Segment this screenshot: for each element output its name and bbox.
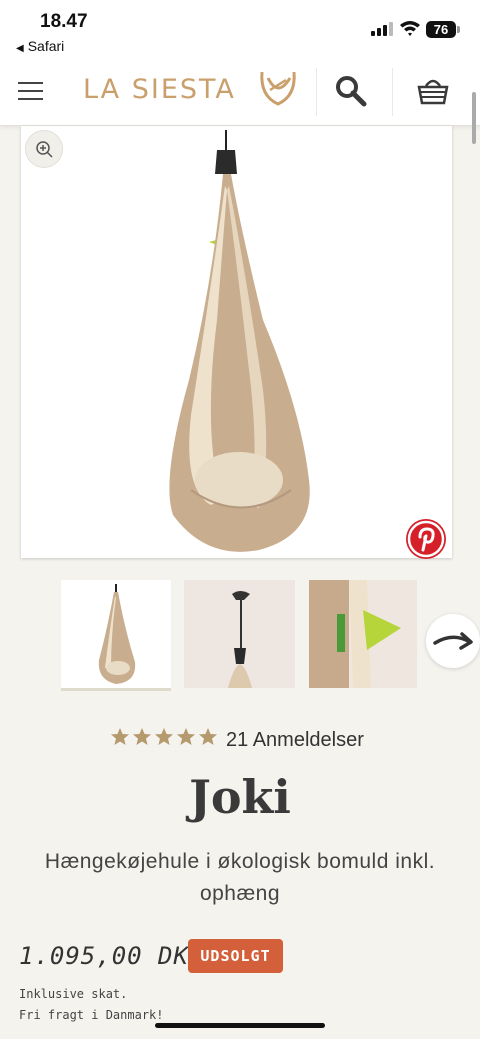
rating-stars[interactable] — [110, 727, 218, 749]
wifi-icon — [400, 21, 420, 36]
star-icon — [177, 728, 195, 745]
shipping-note: Fri fragt i Danmark! — [19, 1008, 164, 1022]
back-app-label: Safari — [27, 38, 65, 54]
site-header: LA SIESTA — [0, 60, 480, 126]
menu-icon[interactable] — [18, 80, 43, 102]
page-scrollbar[interactable] — [472, 92, 476, 144]
product-price: 1.095,00 DKK — [19, 942, 205, 970]
header-divider — [316, 68, 317, 116]
pinterest-icon — [407, 520, 445, 558]
star-icon — [155, 728, 173, 745]
brand-logo-icon — [260, 71, 296, 106]
zoom-button[interactable] — [25, 130, 63, 168]
pinterest-button[interactable] — [406, 519, 446, 559]
product-thumbnail-2[interactable] — [184, 580, 295, 688]
product-subtitle: Hængekøjehule i økologisk bomuld inkl. o… — [44, 850, 436, 905]
header-divider — [392, 68, 393, 116]
product-main-image[interactable] — [21, 126, 452, 559]
star-icon — [111, 728, 129, 745]
star-icon — [199, 728, 217, 745]
status-bar: 18.47 ◀ Safari 76 — [0, 0, 480, 60]
reviews-link[interactable]: 21 Anmeldelser — [226, 729, 364, 752]
star-icon — [133, 728, 151, 745]
sold-out-badge: UDSOLGT — [188, 939, 283, 973]
thumbnail-fabric-detail — [309, 580, 401, 688]
status-time: 18.47 — [40, 11, 88, 32]
tax-note: Inklusive skat. — [19, 987, 128, 1001]
product-thumbnail-1[interactable] — [61, 580, 171, 688]
thumbnail-pod-full — [98, 584, 136, 684]
basket-icon[interactable] — [416, 74, 450, 108]
home-indicator[interactable] — [155, 1023, 325, 1028]
product-title: Joki — [189, 770, 291, 824]
arrow-right-icon — [433, 632, 473, 650]
back-to-app-link[interactable]: ◀ Safari — [16, 38, 64, 54]
battery-tip — [457, 26, 460, 33]
brand-logo-text[interactable]: LA SIESTA — [83, 74, 236, 105]
search-icon[interactable] — [334, 74, 368, 108]
battery-indicator: 76 — [426, 21, 456, 38]
next-thumbnail-button[interactable] — [426, 614, 480, 668]
cellular-signal-icon — [371, 22, 393, 36]
product-thumbnail-3[interactable] — [309, 580, 417, 688]
hanging-pod-illustration — [169, 130, 310, 552]
active-thumbnail-indicator — [61, 688, 171, 691]
zoom-in-icon — [36, 141, 53, 158]
thumbnail-hanger-detail — [228, 591, 252, 688]
